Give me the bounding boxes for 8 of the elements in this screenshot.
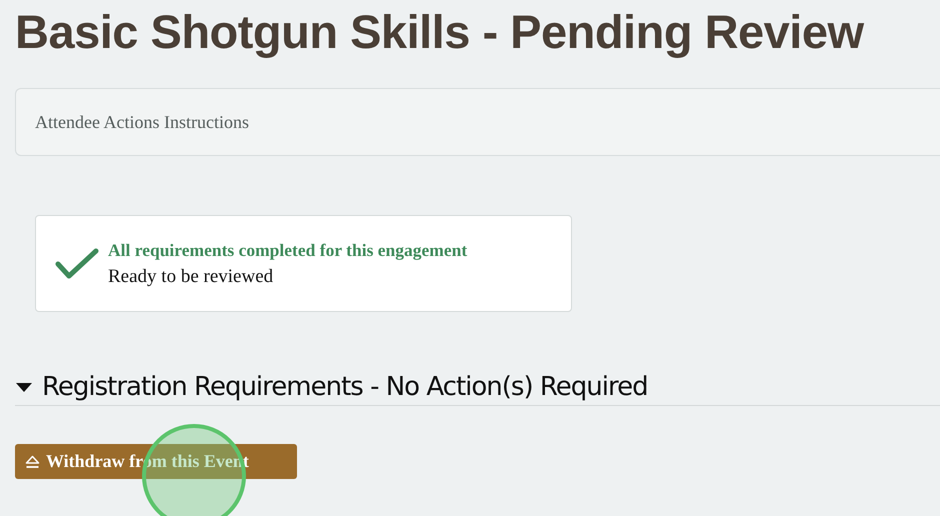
caret-icon[interactable] (15, 381, 33, 393)
instructions-panel[interactable]: Attendee Actions Instructions (15, 88, 940, 156)
eject-icon (25, 454, 40, 468)
section-title[interactable]: Registration Requirements - No Action(s) Required (42, 372, 648, 402)
page-title: Basic Shotgun Skills - Pending Review (15, 4, 865, 60)
status-heading: All requirements completed for this engagement (108, 240, 468, 260)
status-message: Ready to be reviewed (108, 266, 274, 288)
check-icon (55, 248, 99, 280)
